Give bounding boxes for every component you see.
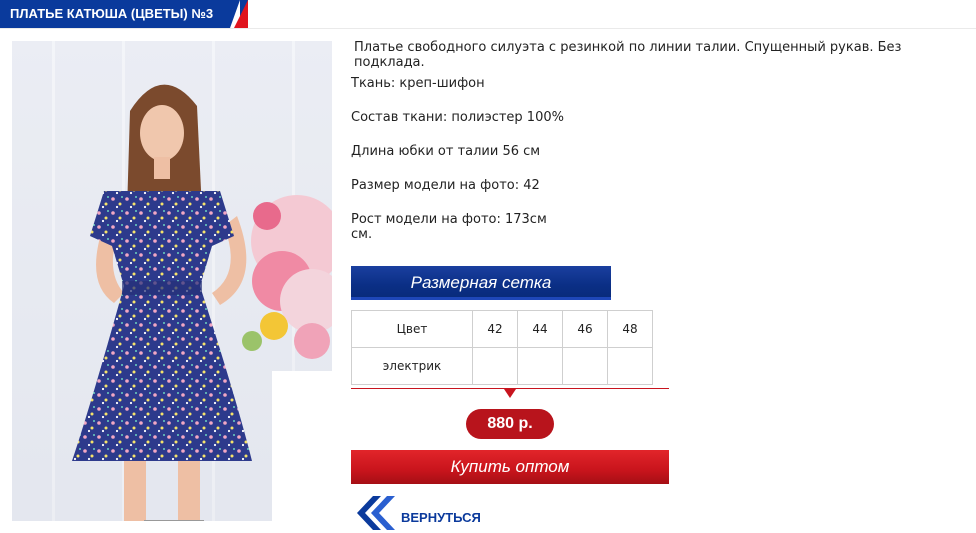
fabric-text: Ткань: креп-шифон [351, 76, 485, 91]
page-title-banner: ПЛАТЬЕ КАТЮША (ЦВЕТЫ) №3 [0, 0, 248, 28]
model-height-info: Рост модели на фото: 173см см. [351, 212, 547, 242]
skirt-length-text: Длина юбки от талии 56 см [351, 144, 541, 159]
size-table-header-44: 44 [517, 310, 563, 348]
size-chart-button[interactable]: Размерная сетка [351, 266, 611, 300]
size-table-header-color: Цвет [351, 310, 473, 348]
size-table-header-42: 42 [472, 310, 518, 348]
back-label: ВЕРНУТЬСЯ [401, 509, 481, 525]
product-photo[interactable] [12, 41, 332, 521]
model-height-text: Рост модели на фото: 173см [351, 212, 547, 227]
table-row: электрик [351, 347, 653, 385]
size-table-header-48: 48 [607, 310, 653, 348]
composition-info: Состав ткани: полиэстер 100% [351, 110, 564, 125]
size-table-header-46: 46 [562, 310, 608, 348]
fabric-info: Ткань: креп-шифон [351, 76, 485, 91]
banner-stripe-red [234, 0, 248, 28]
price-pointer-icon [504, 389, 516, 398]
model-size-text: Размер модели на фото: 42 [351, 178, 540, 193]
size-table: Цвет 42 44 46 48 электрик [351, 310, 653, 385]
page-title: ПЛАТЬЕ КАТЮША (ЦВЕТЫ) №3 [10, 6, 214, 21]
product-description: Платье свободного силуэта с резинкой по … [354, 40, 976, 70]
buy-wholesale-button[interactable]: Купить оптом [351, 450, 669, 484]
quantity-cell-46[interactable] [562, 347, 608, 385]
price-badge: 880 р. [466, 409, 554, 439]
quantity-cell-48[interactable] [607, 347, 653, 385]
color-name-cell: электрик [351, 347, 473, 385]
composition-text: Состав ткани: полиэстер 100% [351, 110, 564, 125]
photo-caption-mark [144, 520, 204, 533]
size-table-header-row: Цвет 42 44 46 48 [351, 310, 653, 348]
model-size-info: Размер модели на фото: 42 [351, 178, 540, 193]
product-photo-illustration [12, 41, 332, 521]
quantity-cell-44[interactable] [517, 347, 563, 385]
skirt-length-info: Длина юбки от талии 56 см [351, 144, 540, 159]
description-text: Платье свободного силуэта с резинкой по … [354, 40, 902, 70]
model-height-unit: см. [351, 227, 373, 242]
quantity-cell-42[interactable] [472, 347, 518, 385]
double-chevron-left-icon [357, 496, 395, 530]
title-divider [0, 28, 976, 29]
back-link[interactable]: ВЕРНУТЬСЯ [351, 494, 481, 532]
